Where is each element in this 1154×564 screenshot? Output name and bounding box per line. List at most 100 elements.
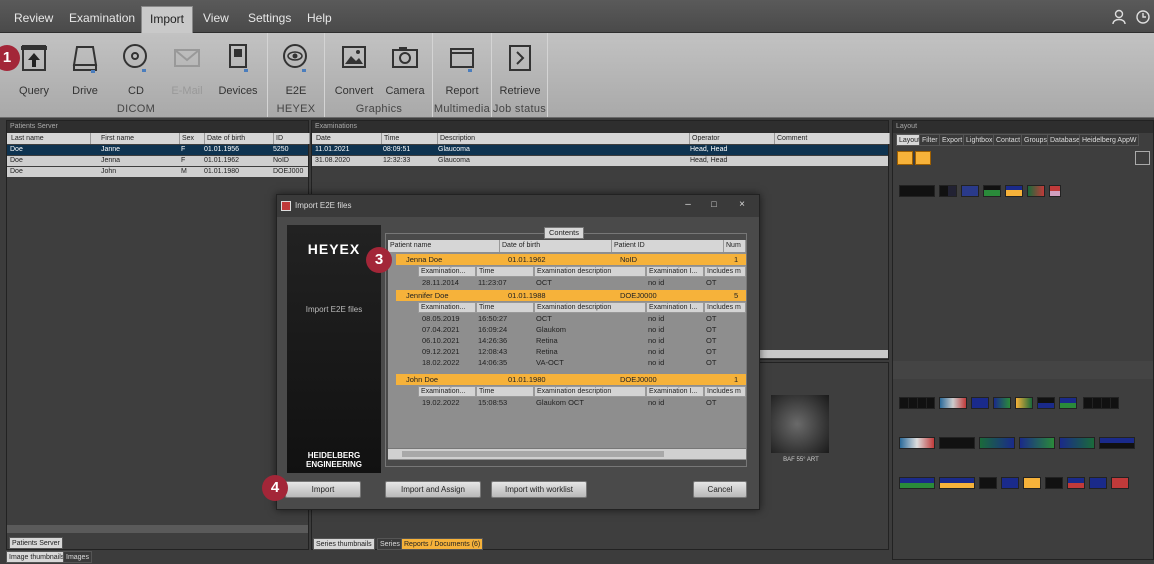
tab-lightbox[interactable]: Lightbox: [963, 134, 996, 146]
layout-swatch[interactable]: [899, 437, 935, 449]
table-row[interactable]: 31.08.2020 12:32:33 Glaucoma Head, Head: [312, 156, 888, 166]
menu-settings[interactable]: Settings: [240, 6, 299, 33]
close-icon[interactable]: ×: [735, 199, 749, 213]
table-row[interactable]: 11.01.2021 08:09:51 Glaucoma Head, Head: [312, 145, 888, 155]
col-id[interactable]: ID: [274, 133, 310, 144]
fundus-thumbnail[interactable]: [771, 395, 829, 453]
layout-swatch[interactable]: [1015, 397, 1033, 409]
exam-row[interactable]: 18.02.2022 14:06:35 VA-OCT no id OT: [396, 357, 746, 368]
import-button[interactable]: Import: [285, 481, 361, 498]
clock-icon[interactable]: [1135, 9, 1151, 25]
scrollbar-thumb[interactable]: [402, 451, 664, 457]
retrieve-button[interactable]: Retrieve: [494, 39, 546, 101]
col-first-name[interactable]: First name: [91, 133, 180, 144]
layout-swatch[interactable]: [939, 437, 975, 449]
col-sex[interactable]: Sex: [180, 133, 205, 144]
tab-export[interactable]: Export: [939, 134, 966, 146]
camera-button[interactable]: Camera: [379, 39, 431, 101]
col-time[interactable]: Time: [382, 133, 438, 144]
layout-swatch[interactable]: [979, 477, 997, 489]
layout-swatch[interactable]: [1067, 477, 1085, 489]
user-settings-icon[interactable]: [1112, 9, 1128, 25]
layout-swatch[interactable]: [961, 185, 979, 197]
exam-row[interactable]: 06.10.2021 14:26:36 Retina no id OT: [396, 335, 746, 346]
layout-swatch[interactable]: [1023, 477, 1041, 489]
layout-swatch[interactable]: [899, 477, 935, 489]
col-dob[interactable]: Date of birth: [205, 133, 274, 144]
report-button[interactable]: Report: [436, 39, 488, 101]
expand-icon[interactable]: [1135, 151, 1150, 165]
menu-review[interactable]: Review: [6, 6, 61, 33]
exam-row[interactable]: 19.02.2022 15:08:53 Glaukom OCT no id OT: [396, 397, 746, 408]
layout-swatch[interactable]: [979, 437, 1015, 449]
layout-swatch[interactable]: [1027, 185, 1045, 197]
layout-swatch[interactable]: [1037, 397, 1055, 409]
menu-examination[interactable]: Examination: [61, 6, 143, 33]
exam-row[interactable]: 28.11.2014 11:23:07 OCT no id OT: [396, 277, 746, 288]
tab-series-thumbnails[interactable]: Series thumbnails: [313, 538, 375, 550]
menu-view[interactable]: View: [195, 6, 237, 33]
menu-import[interactable]: Import: [141, 6, 194, 33]
layout-swatch[interactable]: [1019, 437, 1055, 449]
patient-row[interactable]: Jennifer Doe 01.01.1988 DOEJ0000 5: [396, 290, 746, 301]
layout-swatch[interactable]: [939, 185, 957, 197]
layout-swatch[interactable]: [971, 397, 989, 409]
tab-database[interactable]: Database: [1047, 134, 1083, 146]
layout-swatch[interactable]: [1005, 185, 1023, 197]
layout-swatch[interactable]: [983, 185, 1001, 197]
tab-reports-documents[interactable]: Reports / Documents (6): [401, 538, 484, 550]
convert-button[interactable]: Convert: [328, 39, 380, 101]
layout-swatch[interactable]: [1083, 397, 1119, 409]
menu-help[interactable]: Help: [299, 6, 340, 33]
tab-groups[interactable]: Groups: [1021, 134, 1050, 146]
layout-swatch[interactable]: [939, 397, 967, 409]
col-date-of-birth[interactable]: Date of birth: [500, 240, 612, 252]
col-comment[interactable]: Comment: [775, 133, 890, 144]
tab-filter[interactable]: Filter: [919, 134, 941, 146]
layout-swatch[interactable]: [1045, 477, 1063, 489]
dialog-horizontal-scrollbar[interactable]: [388, 448, 746, 459]
maximize-icon[interactable]: □: [707, 199, 721, 213]
cd-button[interactable]: CD: [110, 39, 162, 101]
layout-swatch[interactable]: [1089, 477, 1107, 489]
layout-swatch[interactable]: [899, 397, 935, 409]
import-and-assign-button[interactable]: Import and Assign: [385, 481, 481, 498]
patient-row[interactable]: Jenna Doe 01.01.1962 NoID 1: [396, 254, 746, 265]
tab-series[interactable]: Series: [377, 538, 403, 550]
layout-swatch[interactable]: [1099, 437, 1135, 449]
exam-row[interactable]: 08.05.2019 16:50:27 OCT no id OT: [396, 313, 746, 324]
layout-swatch[interactable]: [1001, 477, 1019, 489]
tab-patients-server[interactable]: Patients Server: [9, 537, 63, 549]
col-date[interactable]: Date: [312, 133, 382, 144]
minimize-icon[interactable]: –: [681, 199, 695, 213]
layout-swatch[interactable]: [899, 185, 935, 197]
col-description[interactable]: Description: [438, 133, 690, 144]
e2e-button[interactable]: E2E: [270, 39, 322, 101]
layout-swatch[interactable]: [1059, 397, 1077, 409]
tab-contact[interactable]: Contact: [993, 134, 1024, 146]
table-row[interactable]: Doe Janne F 01.01.1956 5250: [7, 145, 308, 155]
horizontal-scrollbar[interactable]: [7, 525, 308, 533]
drive-button[interactable]: Drive: [59, 39, 111, 101]
horizontal-scrollbar[interactable]: [752, 350, 888, 358]
tab-image-thumbnails[interactable]: Image thumbnails: [6, 551, 68, 563]
layout-swatch[interactable]: [993, 397, 1011, 409]
layout-splitter[interactable]: [893, 361, 1153, 379]
layout-swatch[interactable]: [1059, 437, 1095, 449]
layout-mode-icon[interactable]: [897, 151, 913, 165]
exam-row[interactable]: 07.04.2021 16:09:24 Glaukom no id OT: [396, 324, 746, 335]
email-button[interactable]: E-Mail: [161, 39, 213, 101]
col-operator[interactable]: Operator: [690, 133, 775, 144]
col-last-name[interactable]: Last name: [7, 133, 91, 144]
layout-grid-icon[interactable]: [915, 151, 931, 165]
col-patient-name[interactable]: Patient name: [388, 240, 500, 252]
import-with-worklist-button[interactable]: Import with worklist: [491, 481, 587, 498]
cancel-button[interactable]: Cancel: [693, 481, 747, 498]
table-row[interactable]: Doe Jenna F 01.01.1962 NoID: [7, 156, 308, 166]
devices-button[interactable]: Devices: [212, 39, 264, 101]
layout-swatch[interactable]: [1111, 477, 1129, 489]
exam-row[interactable]: 09.12.2021 12:08:43 Retina no id OT: [396, 346, 746, 357]
tab-heidelberg-appw[interactable]: Heidelberg AppW: [1079, 134, 1140, 146]
tab-images[interactable]: Images: [63, 551, 92, 563]
layout-swatch[interactable]: [939, 477, 975, 489]
